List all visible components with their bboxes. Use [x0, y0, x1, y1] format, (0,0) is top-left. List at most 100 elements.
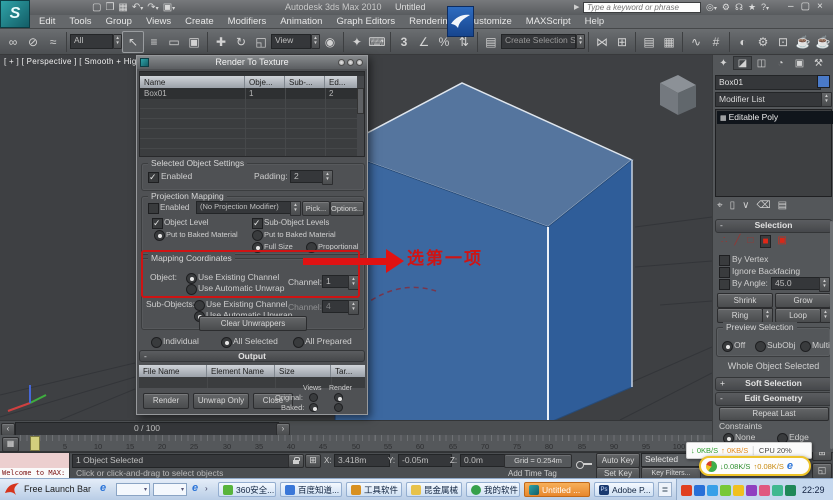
dialog-close-icon[interactable] — [356, 59, 363, 66]
by-vertex-checkbox[interactable] — [719, 255, 730, 266]
tray-icon[interactable] — [759, 485, 770, 496]
render-button[interactable]: Render — [143, 393, 189, 409]
ie-quicklaunch-icon-2[interactable]: e — [192, 482, 198, 494]
clear-unwrappers-button[interactable]: Clear Unwrappers — [199, 316, 307, 331]
ie-quicklaunch-icon[interactable]: e — [100, 482, 106, 494]
schematic-view-icon[interactable]: # — [706, 32, 726, 52]
menu-edit[interactable]: Edit — [32, 16, 62, 27]
bind-to-space-warp-icon[interactable]: ≈ — [43, 32, 63, 52]
taskbar-item-3dsmax-active[interactable]: Untitled ... — [524, 482, 590, 497]
preview-multi-radio[interactable] — [800, 341, 811, 352]
sub-object-levels-checkbox[interactable] — [252, 218, 263, 229]
enabled-checkbox[interactable] — [148, 172, 159, 183]
help-icon[interactable]: ?▾ — [761, 1, 769, 15]
object-level-checkbox[interactable] — [152, 218, 163, 229]
object-name-field[interactable]: Box01 — [715, 75, 821, 90]
window-crossing-icon[interactable]: ▣ — [184, 32, 204, 52]
ring-spinner[interactable]: ▲▼ — [762, 308, 773, 323]
tray-icon[interactable] — [785, 485, 796, 496]
all-selected-radio[interactable] — [221, 337, 232, 348]
frame-display-field[interactable]: 0 / 100 — [15, 422, 279, 436]
rectangular-selection-region-icon[interactable]: ▭ — [164, 32, 184, 52]
pick-button[interactable]: Pick... — [302, 201, 330, 216]
put-to-baked-material-sub-radio[interactable] — [252, 230, 263, 241]
border-subobject-icon[interactable]: □ — [747, 235, 753, 248]
tray-icon[interactable] — [733, 485, 744, 496]
menu-maxscript[interactable]: MAXScript — [519, 16, 578, 27]
use-pivot-point-icon[interactable]: ◉ — [320, 32, 340, 52]
projection-modifier-spinner[interactable]: ▲▼ — [290, 201, 301, 216]
padding-spinner[interactable]: ▲▼ — [322, 170, 333, 185]
maxscript-macro-recorder[interactable] — [0, 453, 70, 468]
selection-rollout-header[interactable]: - Selection — [715, 219, 832, 233]
taskbar-item-360-safe[interactable]: 360安全... — [218, 482, 276, 497]
selection-lock-toggle[interactable] — [288, 454, 304, 468]
edit-geometry-rollout-header[interactable]: - Edit Geometry — [715, 392, 832, 406]
shrink-button[interactable]: Shrink — [717, 293, 773, 308]
output-rollout-header[interactable]: - Output — [139, 350, 365, 362]
angle-field[interactable]: 45.0 — [771, 277, 821, 290]
render-iteration-icon[interactable]: ☕ — [813, 32, 833, 52]
curve-editor-icon[interactable]: ∿ — [686, 32, 706, 52]
track-bar[interactable]: ▦ 5 10 15 20 25 30 35 40 45 50 55 60 65 … — [0, 435, 712, 452]
render-setup-icon[interactable]: ⚙ — [753, 32, 773, 52]
column-name[interactable]: Name — [140, 76, 245, 88]
redo-icon[interactable]: ↷▾ — [147, 1, 158, 14]
edit-named-selection-sets-icon[interactable]: ▤ — [481, 32, 501, 52]
menu-modifiers[interactable]: Modifiers — [221, 16, 274, 27]
tray-icon[interactable] — [746, 485, 757, 496]
element-subobject-icon[interactable]: ▣ — [778, 235, 787, 248]
open-file-icon[interactable]: ❒ — [105, 1, 114, 14]
render-production-icon[interactable]: ☕ — [793, 32, 813, 52]
taskbar-item-folder[interactable]: 昆金属械 — [406, 482, 462, 497]
minimize-icon[interactable]: – — [788, 1, 794, 13]
snaps-toggle-icon[interactable]: 3 — [394, 32, 414, 52]
tray-icon[interactable] — [707, 485, 718, 496]
select-and-scale-icon[interactable]: ◱ — [251, 32, 271, 52]
grow-button[interactable]: Grow — [775, 293, 831, 308]
all-prepared-radio[interactable] — [293, 337, 304, 348]
viewport-label[interactable]: [ + ] [ Perspective ] [ Smooth + Highl — [4, 57, 143, 66]
loop-button[interactable]: Loop — [775, 308, 821, 323]
tab-modify-icon[interactable]: ◪ — [733, 56, 752, 70]
x-coordinate-field[interactable]: 3.418m — [334, 454, 390, 467]
preview-off-radio[interactable] — [722, 341, 733, 352]
named-selection-set-spinner[interactable]: ▲▼ — [576, 34, 585, 49]
column-target[interactable]: Tar... — [331, 365, 365, 377]
selection-filter-spinner[interactable]: ▲▼ — [113, 34, 122, 49]
quicklaunch-expand-chevron[interactable]: › — [205, 484, 208, 493]
language-bar-icon[interactable]: ≣ — [658, 482, 672, 497]
polygon-subobject-icon[interactable]: ■ — [760, 235, 770, 248]
menu-tools[interactable]: Tools — [62, 16, 98, 27]
original-views-radio[interactable] — [309, 393, 318, 402]
vertex-subobject-icon[interactable]: ∴ — [721, 235, 727, 248]
taskbar-item-my-software[interactable]: 我的软件 — [466, 482, 520, 497]
restore-icon[interactable]: ▢ — [801, 1, 810, 13]
select-and-link-icon[interactable]: ∞ — [3, 32, 23, 52]
soft-selection-rollout-header[interactable]: + Soft Selection — [715, 377, 832, 391]
free-launch-bar-label[interactable]: Free Launch Bar — [24, 484, 91, 494]
selection-filter-dropdown[interactable]: All — [70, 34, 113, 49]
tray-icon[interactable] — [772, 485, 783, 496]
dialog-title-bar[interactable]: Render To Texture — [137, 56, 367, 69]
taskbar-item-photoshop[interactable]: Ps Adobe P... — [594, 482, 654, 497]
undo-icon[interactable]: ↶▾ — [132, 1, 143, 14]
modifier-list-spinner[interactable]: ▲▼ — [821, 92, 832, 107]
column-element-name[interactable]: Element Name — [207, 365, 275, 377]
repeat-last-button[interactable]: Repeat Last — [719, 407, 829, 421]
unlink-selection-icon[interactable]: ⊘ — [23, 32, 43, 52]
by-angle-checkbox[interactable] — [719, 279, 730, 290]
menu-create[interactable]: Create — [178, 16, 221, 27]
stack-item-editable-poly[interactable]: ▦ Editable Poly — [717, 111, 833, 124]
ring-button[interactable]: Ring — [717, 308, 763, 323]
workspace-icon[interactable]: ▣▾ — [163, 1, 175, 14]
sub-use-existing-radio[interactable] — [194, 300, 205, 311]
tray-qq-icon[interactable] — [681, 485, 692, 496]
reference-coordinate-spinner[interactable]: ▲▼ — [311, 34, 320, 49]
infocenter-arrow-icon[interactable]: ▶ — [574, 3, 579, 11]
taskbar-item-baidu-zhidao[interactable]: 百度知道... — [280, 482, 342, 497]
overlay-app-icon[interactable] — [447, 6, 474, 37]
sub-channel-field[interactable]: 4 — [322, 300, 350, 313]
tab-hierarchy-icon[interactable]: ◫ — [752, 56, 771, 70]
net-speed-widget[interactable]: ↓0.08K/S ↑0.08K/S e — [699, 456, 811, 476]
